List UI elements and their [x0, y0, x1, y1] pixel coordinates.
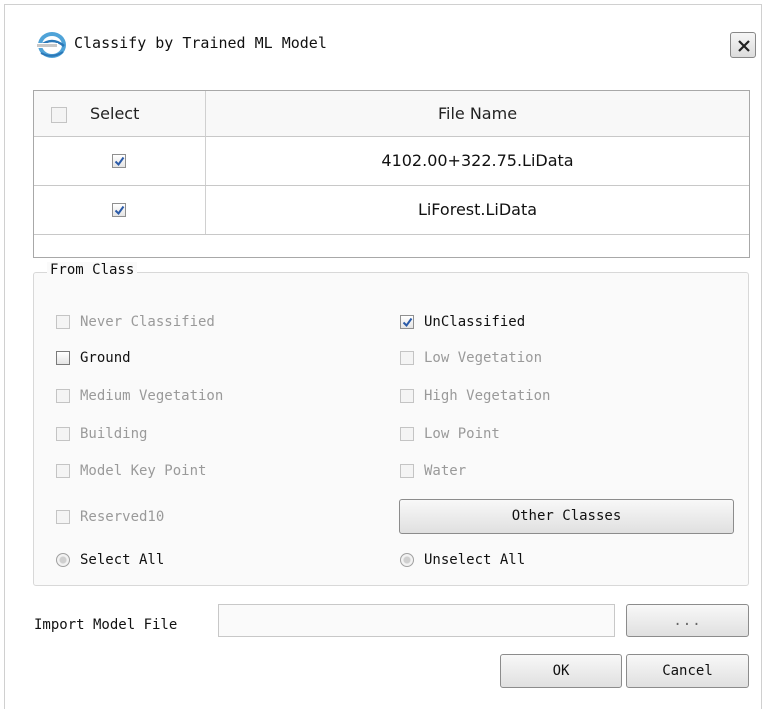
from-class-label: From Class	[47, 262, 138, 278]
model-file-path-input[interactable]	[218, 604, 615, 637]
ok-button[interactable]: OK	[500, 654, 622, 688]
option-label: Low Vegetation	[424, 350, 543, 366]
checkmark-icon	[114, 156, 125, 167]
option-checkbox[interactable]	[400, 427, 414, 441]
row-select-cell	[34, 137, 206, 185]
option-label: Ground	[80, 350, 131, 366]
radio-button[interactable]	[56, 553, 70, 567]
option-label: Low Point	[424, 426, 500, 442]
radio-button[interactable]	[400, 553, 414, 567]
select-column-header: Select	[34, 91, 206, 137]
app-logo-icon	[36, 32, 66, 58]
classify-dialog: Classify by Trained ML Model Select File…	[0, 0, 766, 709]
import-model-file-label: Import Model File	[34, 617, 178, 633]
option-label: UnClassified	[424, 314, 526, 330]
close-icon	[738, 40, 750, 52]
checkmark-icon	[114, 205, 125, 216]
option-checkbox[interactable]	[56, 464, 70, 478]
table-row[interactable]: LiForest.LiData	[34, 186, 749, 235]
option-label: Never Classified	[80, 314, 215, 330]
option-checkbox[interactable]	[400, 351, 414, 365]
table-row[interactable]: 4102.00+322.75.LiData	[34, 137, 749, 186]
unselect-all-label: Unselect All	[424, 552, 526, 568]
option-label: High Vegetation	[424, 388, 551, 404]
row-select-cell	[34, 186, 206, 234]
select-all-label: Select All	[80, 552, 165, 568]
option-checkbox[interactable]	[400, 389, 414, 403]
other-classes-button[interactable]: Other Classes	[399, 499, 734, 534]
option-label: Medium Vegetation	[80, 388, 224, 404]
option-checkbox[interactable]	[56, 315, 70, 329]
option-checkbox[interactable]	[56, 389, 70, 403]
option-label: Model Key Point	[80, 463, 207, 479]
option-label: Water	[424, 463, 467, 479]
close-button[interactable]	[730, 32, 756, 58]
select-all-files-checkbox[interactable]	[51, 107, 67, 123]
file-name-cell: 4102.00+322.75.LiData	[381, 151, 574, 170]
select-column-label: Select	[90, 104, 140, 123]
option-checkbox[interactable]	[56, 351, 70, 365]
option-label: Reserved10	[80, 509, 165, 525]
browse-button[interactable]: ...	[626, 604, 749, 637]
checkmark-icon	[402, 317, 413, 328]
file-name-column-header: File Name	[206, 91, 749, 137]
option-checkbox[interactable]	[56, 510, 70, 524]
file-table: Select File Name 4102.00+322.75.LiData L…	[33, 90, 750, 258]
option-checkbox[interactable]	[400, 464, 414, 478]
cancel-button[interactable]: Cancel	[626, 654, 749, 688]
option-label: Building	[80, 426, 148, 442]
option-checkbox[interactable]	[400, 315, 414, 329]
row-checkbox[interactable]	[112, 154, 126, 168]
option-checkbox[interactable]	[56, 427, 70, 441]
dialog-title: Classify by Trained ML Model	[74, 34, 327, 52]
row-checkbox[interactable]	[112, 203, 126, 217]
file-name-cell: LiForest.LiData	[417, 200, 538, 219]
